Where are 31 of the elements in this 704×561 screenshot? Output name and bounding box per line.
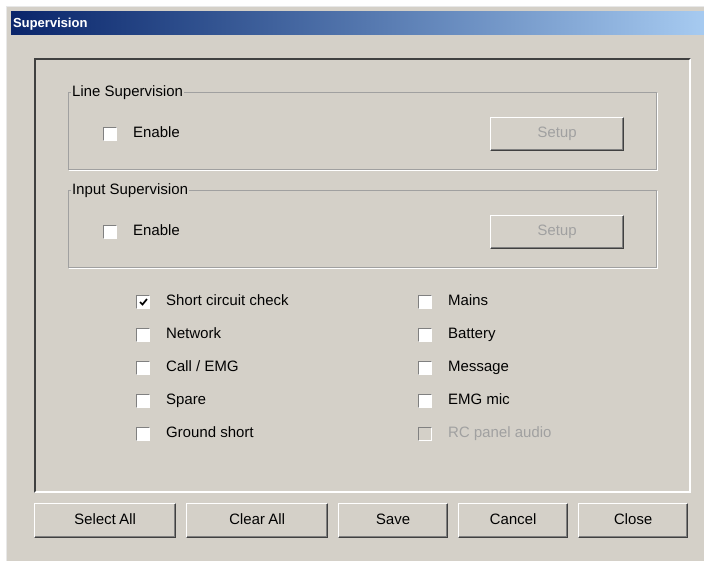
checkbox[interactable] [136, 328, 150, 342]
checkbox-label: Battery [448, 324, 496, 344]
checkbox[interactable] [136, 294, 150, 308]
dialog-button[interactable]: Save [338, 503, 448, 538]
group-title: Input Supervision [71, 181, 189, 199]
checkbox-label: Short circuit check [166, 291, 289, 312]
checkbox-label: Ground short [166, 423, 254, 444]
checkbox[interactable] [418, 394, 432, 408]
checkbox[interactable] [418, 360, 432, 374]
window-title: Supervision [11, 11, 704, 35]
checkmark-icon [138, 298, 148, 306]
checkbox[interactable] [418, 328, 432, 342]
dialog-button[interactable]: Close [578, 503, 688, 538]
dialog-button[interactable]: Clear All [186, 503, 328, 538]
checkbox-label: Enable [133, 221, 180, 242]
dialog-button[interactable]: Cancel [458, 503, 568, 538]
checkbox[interactable] [136, 360, 150, 374]
checkbox-label: Call / EMG [166, 357, 239, 378]
checkbox-label: Message [448, 357, 509, 378]
checkbox-label: Spare [166, 390, 206, 410]
checkbox[interactable] [136, 426, 150, 440]
checkbox-label: Enable [133, 123, 180, 144]
checkbox[interactable] [418, 294, 432, 308]
checkbox-label: Network [166, 324, 222, 344]
group-title: Line Supervision [71, 83, 184, 101]
checkbox-label: EMG mic [448, 390, 510, 410]
checkbox[interactable] [103, 126, 117, 140]
checkbox[interactable] [136, 394, 150, 408]
checkbox[interactable] [103, 224, 117, 238]
checkbox-label: Mains [448, 291, 488, 312]
dialog-button[interactable]: Select All [34, 503, 176, 538]
